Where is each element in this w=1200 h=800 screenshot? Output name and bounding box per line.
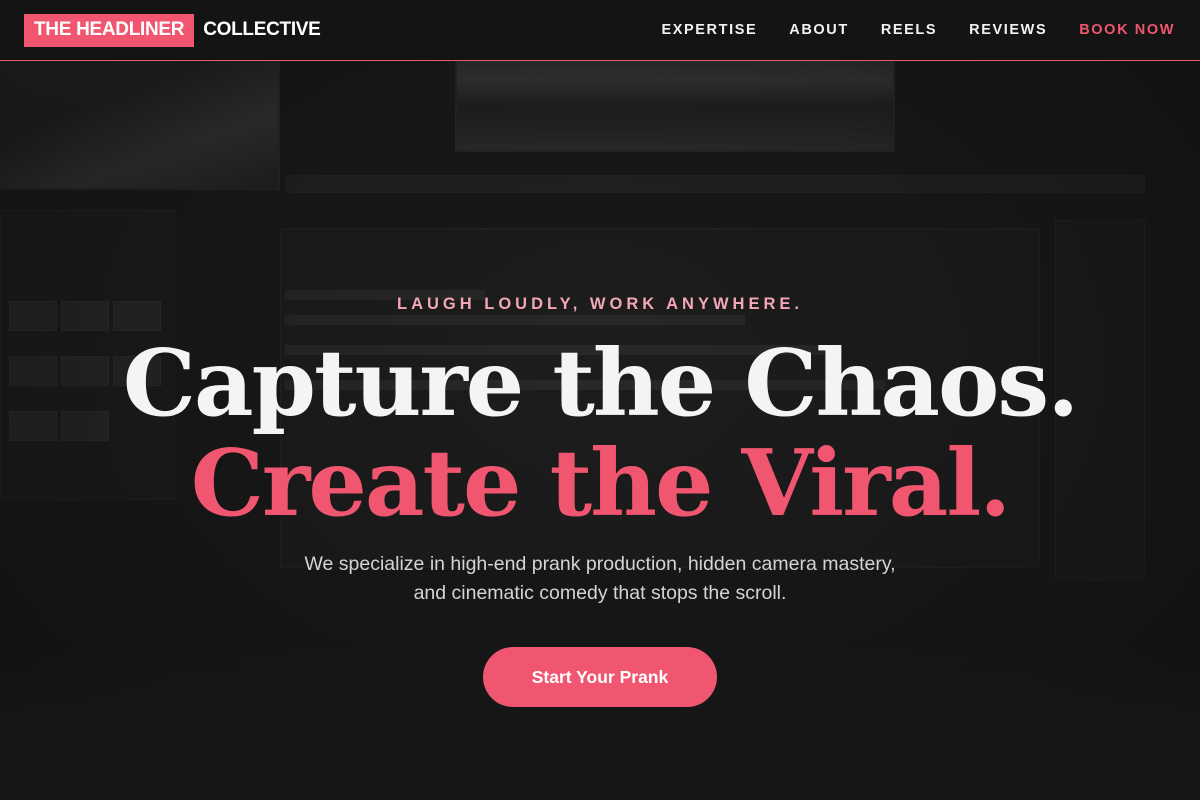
hero-headline: Capture the Chaos. Create the Viral.: [0, 333, 1200, 533]
hero-section: LAUGH LOUDLY, WORK ANYWHERE. Capture the…: [0, 61, 1200, 800]
main-nav: EXPERTISE ABOUT REELS REVIEWS BOOK NOW: [629, 22, 1175, 38]
nav-item-about[interactable]: ABOUT: [789, 22, 849, 38]
site-logo[interactable]: THE HEADLINER COLLECTIVE: [24, 13, 321, 47]
start-your-prank-button[interactable]: Start Your Prank: [483, 647, 717, 707]
hero-headline-line-1: Capture the Chaos.: [122, 329, 1079, 437]
hero-headline-line-2: Create the Viral.: [190, 429, 1012, 537]
nav-item-reels[interactable]: REELS: [881, 22, 937, 38]
nav-item-reviews[interactable]: REVIEWS: [969, 22, 1047, 38]
nav-item-book-now[interactable]: BOOK NOW: [1079, 22, 1175, 38]
hero-subtitle: We specialize in high-end prank producti…: [304, 553, 896, 604]
nav-item-expertise[interactable]: EXPERTISE: [661, 22, 757, 38]
logo-badge: THE HEADLINER: [24, 13, 195, 47]
logo-name: COLLECTIVE: [203, 19, 321, 40]
hero-eyebrow: LAUGH LOUDLY, WORK ANYWHERE.: [397, 295, 803, 313]
site-header: THE HEADLINER COLLECTIVE EXPERTISE ABOUT…: [0, 0, 1200, 61]
